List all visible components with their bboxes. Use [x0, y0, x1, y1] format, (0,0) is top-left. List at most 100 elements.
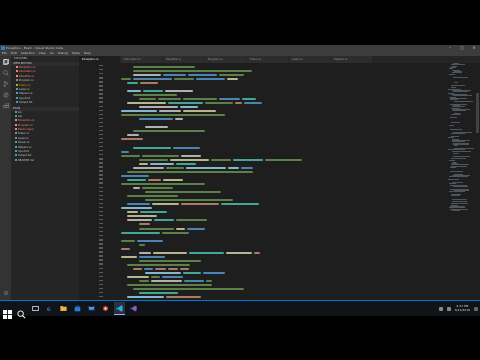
file-icon: [15, 128, 17, 131]
line-number: [99, 178, 103, 180]
code-token: [121, 231, 161, 234]
code-token: [133, 130, 205, 133]
line-number: [99, 101, 103, 103]
code-token: [121, 77, 132, 80]
notifications-icon[interactable]: [474, 306, 478, 311]
volume-icon[interactable]: [446, 306, 451, 311]
code-token: [165, 166, 185, 169]
line-number: [99, 174, 103, 176]
code-token: [127, 276, 149, 279]
file-icon: [16, 96, 18, 99]
file-icon: [16, 87, 18, 90]
file-icon: [16, 74, 18, 77]
edge-browser-icon[interactable]: e: [44, 302, 55, 315]
gear-icon[interactable]: [0, 287, 11, 298]
editor-tab[interactable]: Token.cs: [247, 56, 289, 63]
line-number: [99, 170, 103, 172]
code-token: [127, 134, 139, 137]
code-token: [133, 166, 164, 169]
code-token: [162, 276, 183, 279]
code-token: [127, 296, 164, 299]
visual-studio-taskbar-icon[interactable]: [128, 302, 139, 315]
code-token: [167, 101, 204, 104]
sidebar-file-item[interactable]: README.md: [11, 158, 79, 163]
code-token: [139, 280, 149, 283]
code-token: [188, 73, 218, 76]
file-icon: [15, 119, 17, 122]
file-label: Helpers.cs: [19, 92, 33, 96]
line-number: [99, 295, 103, 298]
minimap-line: [451, 84, 466, 86]
code-token: [243, 101, 262, 104]
editor-tab[interactable]: Calculator.cs: [121, 56, 163, 63]
code-token: [137, 239, 163, 242]
network-icon[interactable]: [438, 306, 443, 311]
code-text-area[interactable]: [115, 63, 435, 300]
minimap[interactable]: [448, 63, 474, 213]
file-icon: [15, 145, 17, 148]
code-token: [133, 93, 178, 96]
line-number: [99, 133, 103, 136]
minimap-line: [449, 171, 464, 172]
vscode-window: Exception - Exam - Visual Studio Code – …: [0, 45, 480, 315]
minimap-line: [452, 153, 459, 155]
line-number: [99, 255, 103, 257]
code-token: [139, 97, 157, 100]
file-icon: [15, 110, 17, 113]
code-token: [139, 223, 150, 226]
code-token: [183, 272, 202, 275]
code-token: [264, 158, 303, 161]
windows-start-icon[interactable]: [3, 304, 12, 319]
line-number: [99, 259, 103, 261]
source-control-icon[interactable]: [0, 78, 11, 89]
code-token: [139, 227, 175, 230]
line-number: [99, 231, 103, 233]
windows-taskbar: e 4:31 PM 3/21/2018: [0, 301, 480, 319]
editor-tab[interactable]: Lexer.cs: [289, 56, 331, 63]
scrollbar-thumb[interactable]: [476, 93, 479, 133]
code-token: [241, 166, 253, 169]
editor-tab[interactable]: Helpers.cs: [331, 56, 373, 63]
vscode-taskbar-icon[interactable]: [114, 302, 125, 315]
taskbar-search-icon[interactable]: [17, 304, 26, 319]
code-token: [141, 187, 174, 189]
task-view-icon[interactable]: [30, 302, 41, 315]
minimap-line: [452, 110, 466, 112]
editor-tab[interactable]: Exception.cs: [79, 56, 121, 63]
search-icon[interactable]: [0, 67, 11, 78]
line-number: [99, 283, 103, 286]
extensions-icon[interactable]: [0, 100, 11, 111]
code-token: [179, 268, 190, 270]
file-explorer-icon[interactable]: [58, 302, 69, 315]
code-token: [121, 154, 140, 157]
line-number: [99, 154, 103, 156]
code-token: [176, 227, 186, 230]
sidebar-file-item[interactable]: Output.txt: [11, 101, 79, 105]
code-token: [121, 255, 138, 258]
vertical-scrollbar[interactable]: [475, 63, 480, 300]
taskbar-clock[interactable]: 4:31 PM 3/21/2018: [455, 304, 470, 312]
code-token: [141, 154, 179, 157]
explorer-icon[interactable]: [0, 56, 11, 67]
code-token: [173, 77, 194, 80]
line-number: [99, 206, 103, 209]
store-icon[interactable]: [72, 302, 83, 315]
code-token: [121, 110, 157, 113]
code-token: [145, 272, 182, 275]
code-token: [162, 178, 183, 181]
editor-tab[interactable]: Program.cs: [205, 56, 247, 63]
line-number: [99, 251, 103, 253]
line-number: [99, 81, 103, 83]
mail-icon[interactable]: [86, 302, 97, 315]
red-app-icon[interactable]: [100, 302, 111, 315]
line-number: [99, 291, 103, 294]
line-number: [99, 121, 103, 124]
code-token: [133, 65, 195, 68]
debug-icon[interactable]: [0, 89, 11, 100]
line-number: [99, 137, 103, 140]
code-token: [121, 207, 152, 210]
minimap-line: [449, 191, 466, 193]
line-number: [99, 227, 103, 229]
editor-tab[interactable]: ParseFile.cs: [163, 56, 205, 63]
code-token: [139, 292, 178, 295]
